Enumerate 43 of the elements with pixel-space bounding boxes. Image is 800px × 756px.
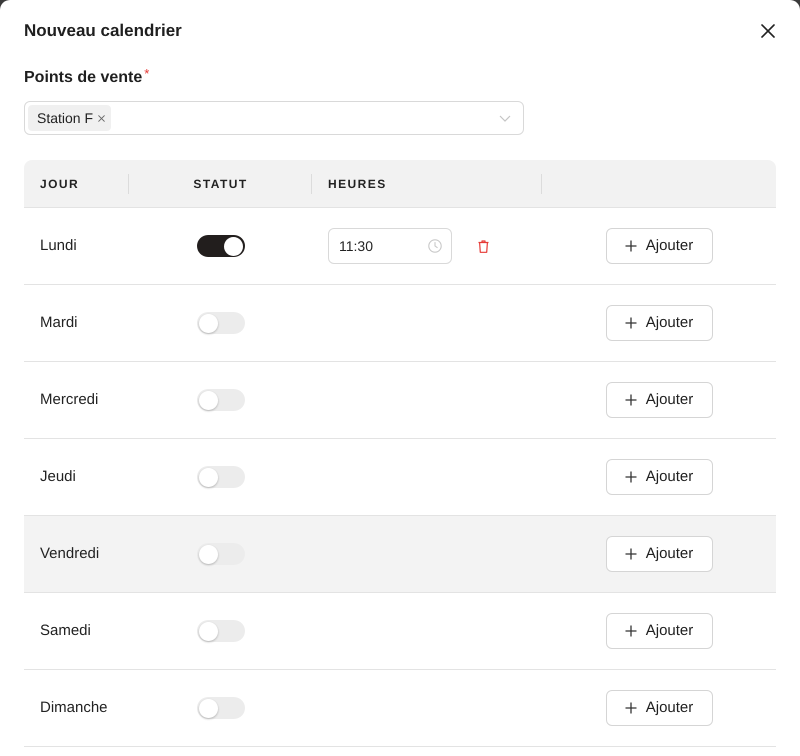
add-button[interactable]: Ajouter [606,690,712,726]
column-header: HEURES [328,176,387,192]
chevron-down-icon[interactable] [499,114,511,122]
day-name: Vendredi [40,544,100,564]
delete-icon[interactable] [478,240,489,252]
add-button[interactable]: Ajouter [606,305,712,341]
column-header: JOUR [40,176,80,192]
table-row[interactable]: Vendredi Ajouter [24,516,776,593]
status-toggle[interactable] [196,697,244,719]
time-input[interactable]: 11:30 [328,228,452,264]
add-button[interactable]: Ajouter [606,459,712,495]
close-icon[interactable] [760,23,776,39]
day-name: Dimanche [40,698,108,718]
day-name: Samedi [40,620,91,641]
add-button[interactable]: Ajouter [606,382,712,418]
day-name: Lundi [40,236,77,256]
status-toggle[interactable] [196,235,244,257]
add-button[interactable]: Ajouter [606,228,712,264]
plus-icon [624,548,637,560]
plus-icon [624,625,637,637]
status-toggle[interactable] [196,543,244,565]
clock-icon [428,239,442,253]
dialog-title: Nouveau calendrier [24,20,182,42]
plus-icon [624,394,637,406]
add-button[interactable]: Ajouter [606,613,712,649]
status-toggle[interactable] [196,466,244,488]
column-header: STATUT [193,176,248,192]
status-toggle[interactable] [196,389,244,411]
plus-icon [624,317,637,329]
remove-icon[interactable] [98,114,106,122]
status-toggle[interactable] [196,312,244,334]
tag-label: Station F [37,108,94,128]
day-name: Jeudi [40,466,76,487]
field-label: Points de vente [24,68,142,88]
points-de-vente-select[interactable]: Station F [24,101,524,135]
status-toggle[interactable] [196,620,244,642]
add-button[interactable]: Ajouter [606,536,712,572]
required-asterisk: * [144,67,150,81]
day-name: Mardi [40,312,78,333]
day-name: Mercredi [40,390,98,410]
plus-icon [624,240,637,252]
plus-icon [624,702,637,714]
plus-icon [624,471,637,483]
